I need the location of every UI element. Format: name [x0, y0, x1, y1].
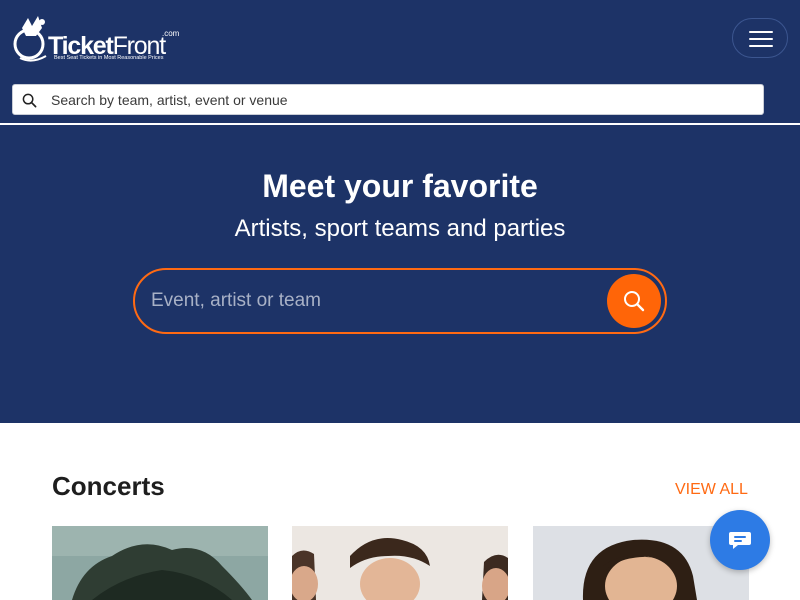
header-search-input[interactable]	[51, 85, 751, 114]
hamburger-icon	[749, 31, 773, 33]
hero-search-input[interactable]	[151, 278, 591, 324]
hero-title: Meet your favorite	[262, 168, 538, 204]
hero-search-button[interactable]	[607, 274, 661, 328]
concert-card[interactable]	[292, 526, 508, 600]
chat-button[interactable]	[710, 510, 770, 570]
concert-card[interactable]	[52, 526, 268, 600]
hamburger-icon-bar	[749, 38, 773, 40]
header-search-box[interactable]	[12, 84, 764, 115]
hero-subtitle: Artists, sport teams and parties	[234, 215, 566, 242]
site-logo[interactable]: .com TicketFront Best Seat Tickets in Mo…	[12, 12, 179, 68]
chat-bubble-icon	[729, 532, 751, 549]
concerts-section-title: Concerts	[52, 471, 165, 501]
menu-toggle-button[interactable]	[732, 18, 788, 58]
search-icon	[22, 93, 37, 108]
hero-search-box[interactable]	[133, 268, 667, 334]
hero-section: Meet your favorite Artists, sport teams …	[0, 125, 800, 423]
site-header: .com TicketFront Best Seat Tickets in Mo…	[0, 0, 800, 124]
hamburger-icon-bar	[749, 45, 773, 47]
concerts-view-all-link[interactable]: VIEW ALL	[675, 481, 748, 499]
logo-mark-icon	[13, 16, 47, 62]
logo-tagline: Best Seat Tickets in Most Reasonable Pri…	[54, 55, 164, 61]
concert-image-1	[52, 526, 268, 600]
search-icon	[624, 291, 645, 312]
concert-image-2	[292, 526, 508, 600]
